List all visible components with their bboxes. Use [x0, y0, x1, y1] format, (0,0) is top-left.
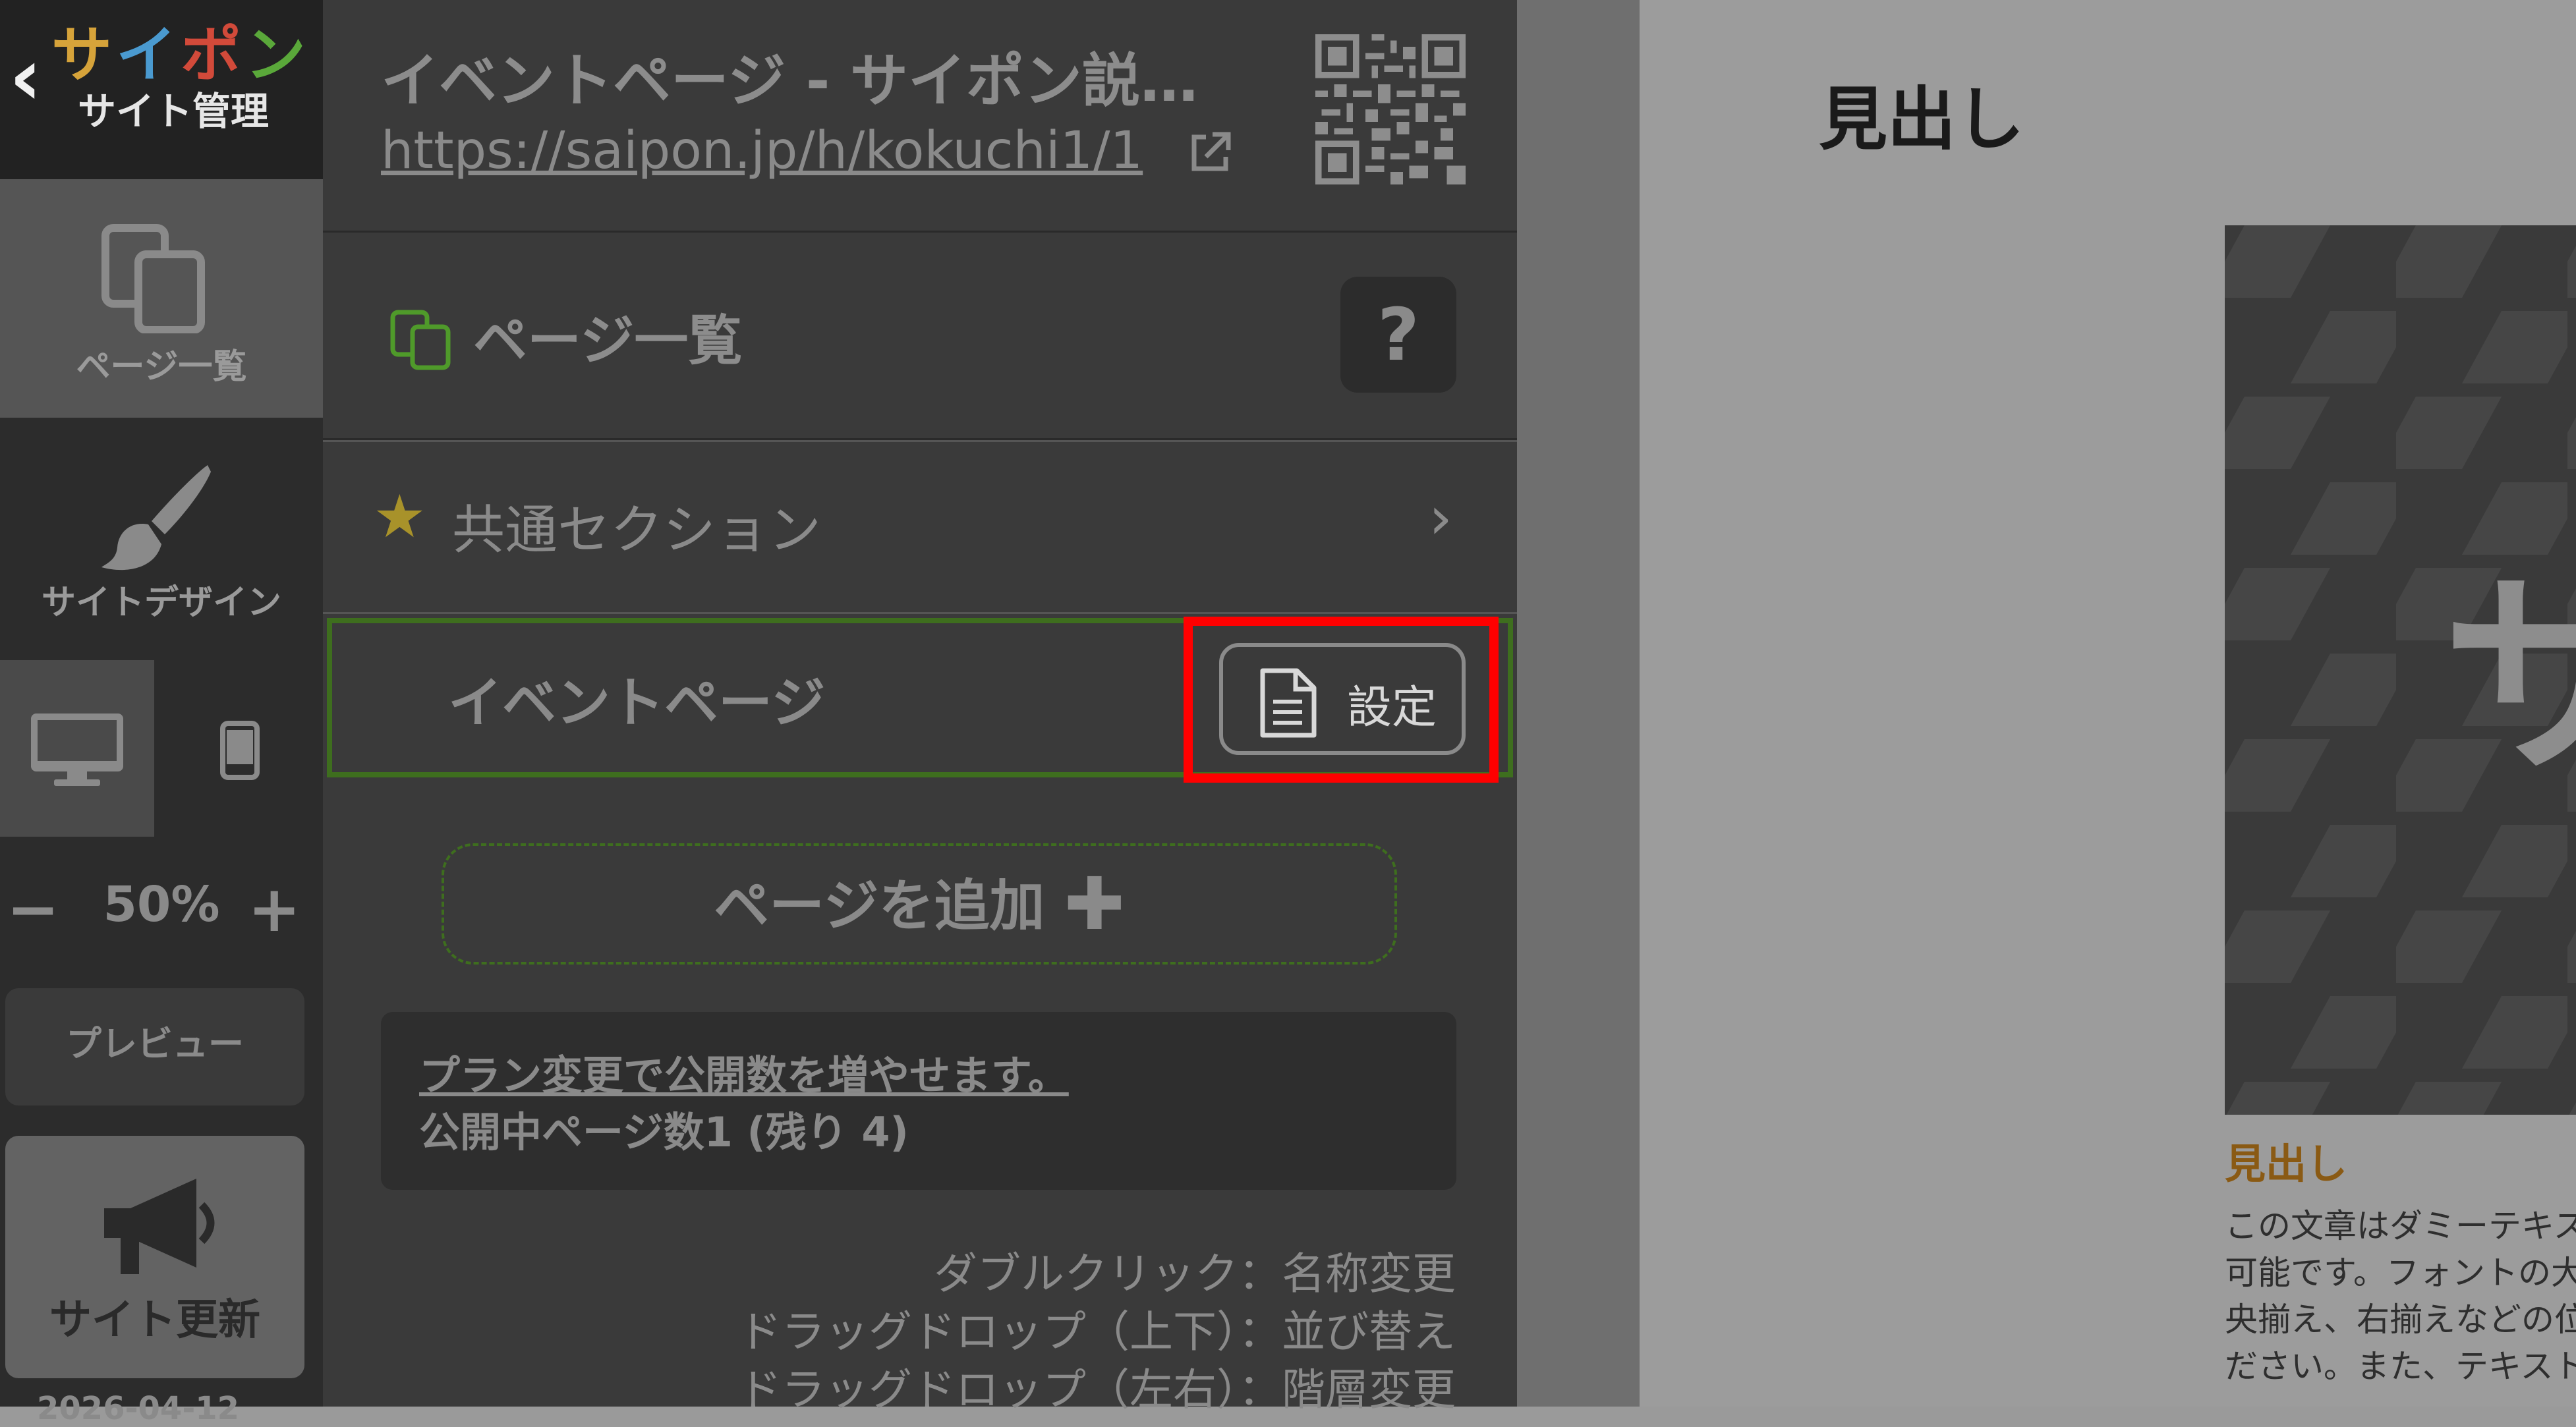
page-title: イベントページ - サイポン説… — [381, 47, 1199, 115]
plan-info-box: プラン変更で公開数を増やせます。 公開中ページ数1 (残り 4) — [381, 1012, 1456, 1190]
pages-icon — [390, 310, 451, 370]
nav-site-design-label: サイトデザイン — [41, 583, 281, 623]
logo-letter: ン — [245, 20, 310, 90]
brand-subtitle: サイト管理 — [78, 89, 270, 134]
highlight-box — [1184, 617, 1499, 783]
logo-letter: ポ — [181, 20, 246, 90]
body-line: 可能です。フォントの大 — [2225, 1254, 2576, 1292]
external-link-icon[interactable] — [1186, 129, 1234, 177]
hint-text: ダブルクリック：名称変更 — [934, 1248, 1456, 1299]
hint-text: ドラッグドロップ（上下）：並び替え — [738, 1306, 1456, 1357]
preview-body-text: この文章はダミーテキス 可能です。フォントの大 央揃え、右揃えなどの位 ださい。… — [2225, 1203, 2576, 1390]
common-section-label: 共通セクション — [452, 499, 821, 561]
preview-sub-heading: 見出し — [2225, 1140, 2348, 1188]
desktop-icon — [31, 714, 123, 786]
preview-gutter — [1517, 0, 1640, 1407]
logo-back-button[interactable]: ‹ サイポン サイト管理 — [0, 0, 323, 179]
hint-text: ドラッグドロップ（左右）：階層変更 — [738, 1364, 1456, 1415]
star-icon: ★ — [373, 482, 426, 551]
preview-button[interactable]: プレビュー — [5, 988, 304, 1105]
zoom-level: 50% — [103, 876, 220, 933]
logo-letter: サ — [51, 20, 117, 90]
site-update-button[interactable]: サイト更新 — [5, 1136, 304, 1378]
nav-page-list[interactable]: ページ一覧 — [0, 179, 323, 418]
plus-icon: ✚ — [1064, 862, 1125, 946]
hero-image: サ — [2225, 225, 2576, 1115]
page-list-title: ページ一覧 — [473, 310, 743, 372]
preview-heading: 見出し — [1819, 79, 2025, 159]
device-desktop-toggle[interactable] — [0, 660, 154, 837]
chevron-left-icon: ‹ — [9, 32, 42, 123]
mobile-icon — [220, 721, 260, 780]
body-line: ださい。また、テキスト — [2225, 1347, 2576, 1385]
page-row-label: イベントページ — [448, 672, 826, 735]
brand-logo: サイポン — [51, 25, 310, 86]
add-page-label: ページを追加 — [714, 874, 1045, 938]
add-page-button[interactable]: ページを追加 ✚ — [442, 843, 1397, 965]
megaphone-icon — [104, 1179, 215, 1274]
body-line: 央揃え、右揃えなどの位 — [2225, 1301, 2576, 1339]
help-button[interactable]: ? — [1340, 277, 1456, 393]
brush-icon — [101, 465, 211, 571]
body-line: この文章はダミーテキス — [2225, 1207, 2576, 1245]
nav-page-list-label: ページ一覧 — [76, 347, 247, 387]
device-mobile-toggle[interactable] — [162, 660, 316, 837]
nav-site-design[interactable]: サイトデザイン — [0, 418, 323, 659]
zoom-out-button[interactable]: − — [7, 878, 59, 941]
pages-icon — [101, 224, 205, 333]
logo-letter: イ — [116, 20, 181, 90]
published-page-count: 公開中ページ数1 (残り 4) — [419, 1108, 909, 1156]
zoom-in-button[interactable]: + — [248, 878, 301, 941]
qr-code-icon[interactable] — [1315, 34, 1466, 184]
last-update-date: 2026-04-12 — [37, 1390, 240, 1427]
hero-text: サ — [2442, 550, 2576, 803]
page-url-link[interactable]: https://saipon.jp/h/kokuchi1/1 — [381, 121, 1143, 181]
plan-change-link[interactable]: プラン変更で公開数を増やせます。 — [419, 1042, 1069, 1102]
site-update-label: サイト更新 — [49, 1296, 260, 1345]
chevron-right-icon: › — [1429, 484, 1452, 553]
